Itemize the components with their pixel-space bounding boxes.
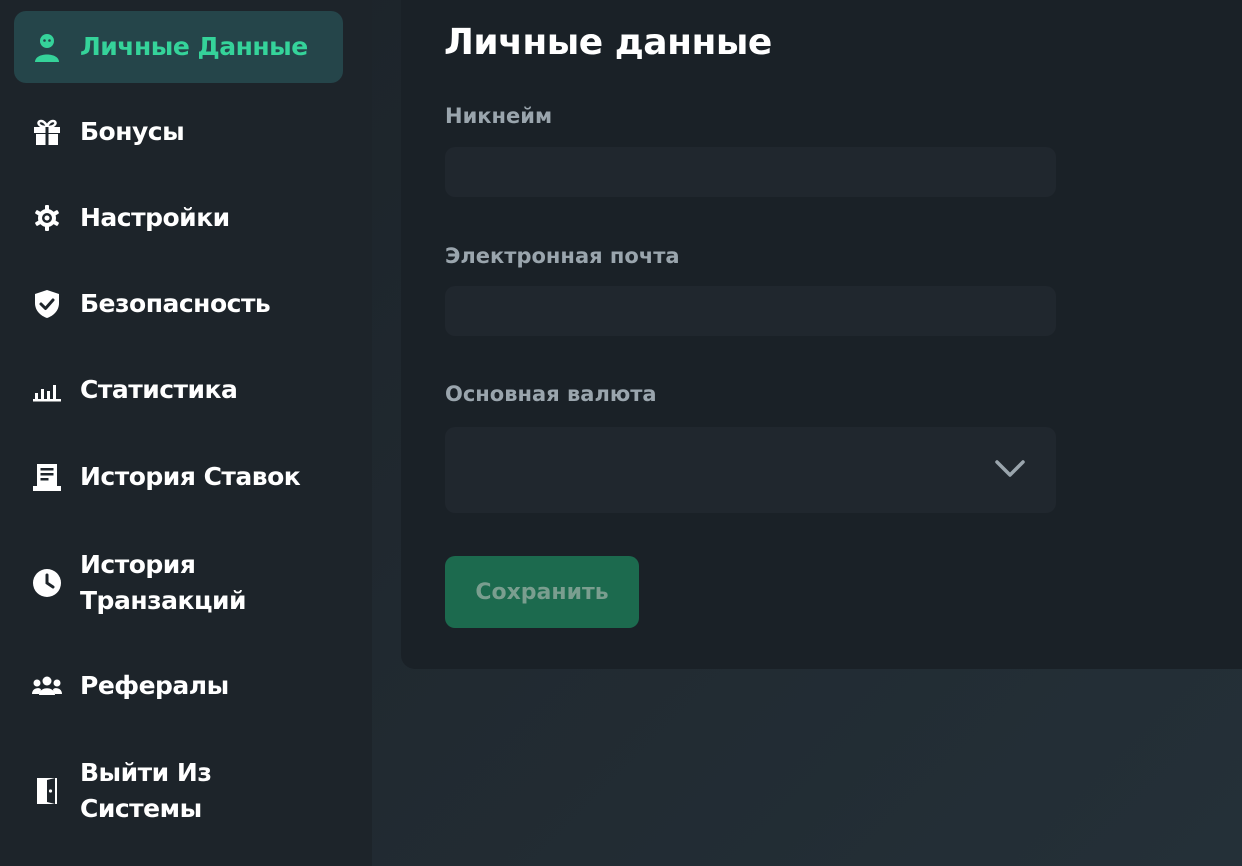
bar-chart-icon <box>32 375 62 405</box>
save-button[interactable]: Сохранить <box>445 556 639 628</box>
email-field[interactable] <box>445 286 1056 336</box>
sidebar-item-label: История Транзакций <box>80 550 247 615</box>
sidebar-item-label: Личные Данные <box>80 32 308 61</box>
sidebar-item-bet-history[interactable]: История Ставок <box>14 455 343 499</box>
sidebar-item-transaction-history[interactable]: История Транзакций <box>14 545 343 621</box>
clock-icon <box>32 568 62 598</box>
users-icon <box>32 671 62 701</box>
page-title: Личные данные <box>444 22 772 63</box>
shield-check-icon <box>32 289 62 319</box>
sidebar: Личные Данные Бонусы Настройки Безопасно… <box>0 0 372 866</box>
sidebar-item-label: Рефералы <box>80 671 229 700</box>
sidebar-item-referrals[interactable]: Рефералы <box>14 664 343 708</box>
currency-label: Основная валюта <box>445 382 657 406</box>
email-label: Электронная почта <box>445 244 680 268</box>
sidebar-item-security[interactable]: Безопасность <box>14 282 343 326</box>
currency-select[interactable] <box>445 427 1056 513</box>
nickname-field[interactable] <box>445 147 1056 197</box>
sidebar-item-label: Бонусы <box>80 117 185 146</box>
sidebar-item-label: Статистика <box>80 375 238 404</box>
gear-icon <box>32 203 62 233</box>
sidebar-item-label: История Ставок <box>80 462 301 491</box>
sidebar-item-label: Безопасность <box>80 289 271 318</box>
gift-icon <box>32 117 62 147</box>
chevron-down-icon <box>994 457 1026 481</box>
sidebar-item-logout[interactable]: Выйти Из Системы <box>14 753 343 829</box>
sidebar-item-label: Настройки <box>80 203 230 232</box>
sidebar-item-bonuses[interactable]: Бонусы <box>14 110 343 154</box>
sidebar-item-statistics[interactable]: Статистика <box>14 368 343 412</box>
personal-data-panel: Личные данные Никнейм Электронная почта … <box>401 0 1242 669</box>
profile-page: Личные Данные Бонусы Настройки Безопасно… <box>0 0 1242 866</box>
nickname-label: Никнейм <box>445 104 553 128</box>
door-exit-icon <box>32 776 62 806</box>
user-icon <box>32 32 62 62</box>
sidebar-item-label: Выйти Из Системы <box>80 758 212 823</box>
sidebar-item-settings[interactable]: Настройки <box>14 196 343 240</box>
ticket-list-icon <box>32 462 62 492</box>
sidebar-item-personal-data[interactable]: Личные Данные <box>14 11 343 83</box>
